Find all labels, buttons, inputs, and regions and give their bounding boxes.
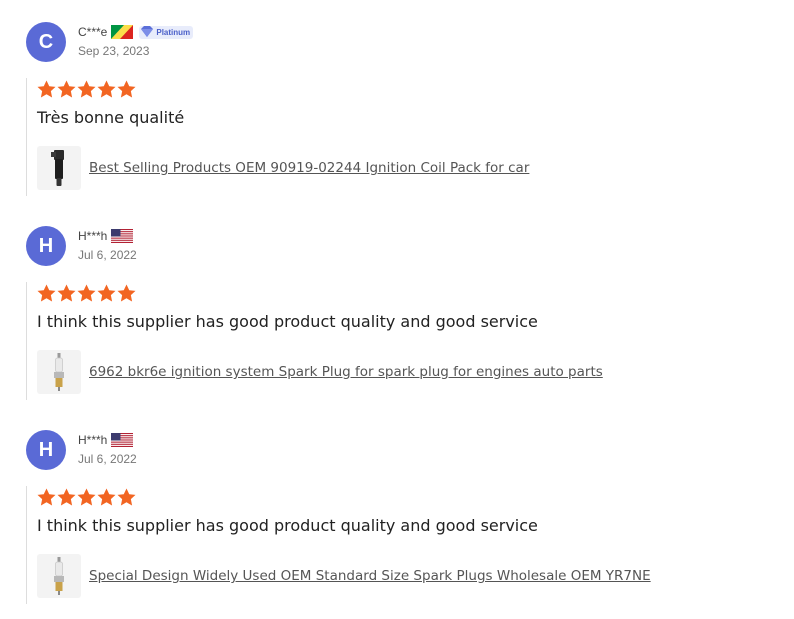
star-icon xyxy=(37,488,56,506)
product-thumbnail[interactable] xyxy=(37,350,81,394)
product-link[interactable]: Special Design Widely Used OEM Standard … xyxy=(89,568,651,584)
product-thumbnail[interactable] xyxy=(37,554,81,598)
congo-flag-icon xyxy=(111,25,134,39)
star-rating xyxy=(37,80,136,98)
star-icon xyxy=(97,488,116,506)
review-body: I think this supplier has good product q… xyxy=(26,282,767,400)
star-rating xyxy=(37,488,136,506)
product-link-row[interactable]: 6962 bkr6e ignition system Spark Plug fo… xyxy=(37,350,603,394)
badge-label: Platinum xyxy=(156,27,191,37)
star-icon xyxy=(57,80,76,98)
user-line: H***h xyxy=(78,432,134,448)
review-date: Jul 6, 2022 xyxy=(78,248,137,262)
star-icon xyxy=(37,80,56,98)
username: C***e xyxy=(78,25,108,39)
product-link[interactable]: 6962 bkr6e ignition system Spark Plug fo… xyxy=(89,364,603,380)
product-link-row[interactable]: Special Design Widely Used OEM Standard … xyxy=(37,554,651,598)
avatar: C xyxy=(26,22,66,62)
membership-badge: Platinum xyxy=(139,25,194,39)
ignition-coil-icon xyxy=(51,150,64,186)
review-date: Sep 23, 2023 xyxy=(78,44,150,58)
username: H***h xyxy=(78,433,108,447)
review-list: C C***e Platinum Sep 23, 2023 Très bonne… xyxy=(0,0,794,619)
review-comment: I think this supplier has good product q… xyxy=(37,516,538,535)
star-icon xyxy=(77,488,96,506)
star-rating xyxy=(37,284,136,302)
user-line: H***h xyxy=(78,228,134,244)
spark-plug-icon xyxy=(54,557,64,595)
star-icon xyxy=(57,284,76,302)
star-icon xyxy=(97,284,116,302)
us-flag-icon xyxy=(111,229,134,243)
star-icon xyxy=(37,284,56,302)
star-icon xyxy=(77,80,96,98)
review-date: Jul 6, 2022 xyxy=(78,452,137,466)
avatar: H xyxy=(26,430,66,470)
product-link-row[interactable]: Best Selling Products OEM 90919-02244 Ig… xyxy=(37,146,529,190)
username: H***h xyxy=(78,229,108,243)
review-comment: Très bonne qualité xyxy=(37,108,185,127)
user-line: C***e Platinum xyxy=(78,24,194,40)
avatar: H xyxy=(26,226,66,266)
diamond-icon xyxy=(141,26,154,37)
star-icon xyxy=(57,488,76,506)
review-body: I think this supplier has good product q… xyxy=(26,486,767,604)
star-icon xyxy=(117,488,136,506)
star-icon xyxy=(97,80,116,98)
star-icon xyxy=(117,80,136,98)
review-body: Très bonne qualité Best Selling Products… xyxy=(26,78,767,196)
review-comment: I think this supplier has good product q… xyxy=(37,312,538,331)
us-flag-icon xyxy=(111,433,134,447)
spark-plug-icon xyxy=(54,353,64,391)
product-link[interactable]: Best Selling Products OEM 90919-02244 Ig… xyxy=(89,160,529,176)
star-icon xyxy=(117,284,136,302)
product-thumbnail[interactable] xyxy=(37,146,81,190)
star-icon xyxy=(77,284,96,302)
